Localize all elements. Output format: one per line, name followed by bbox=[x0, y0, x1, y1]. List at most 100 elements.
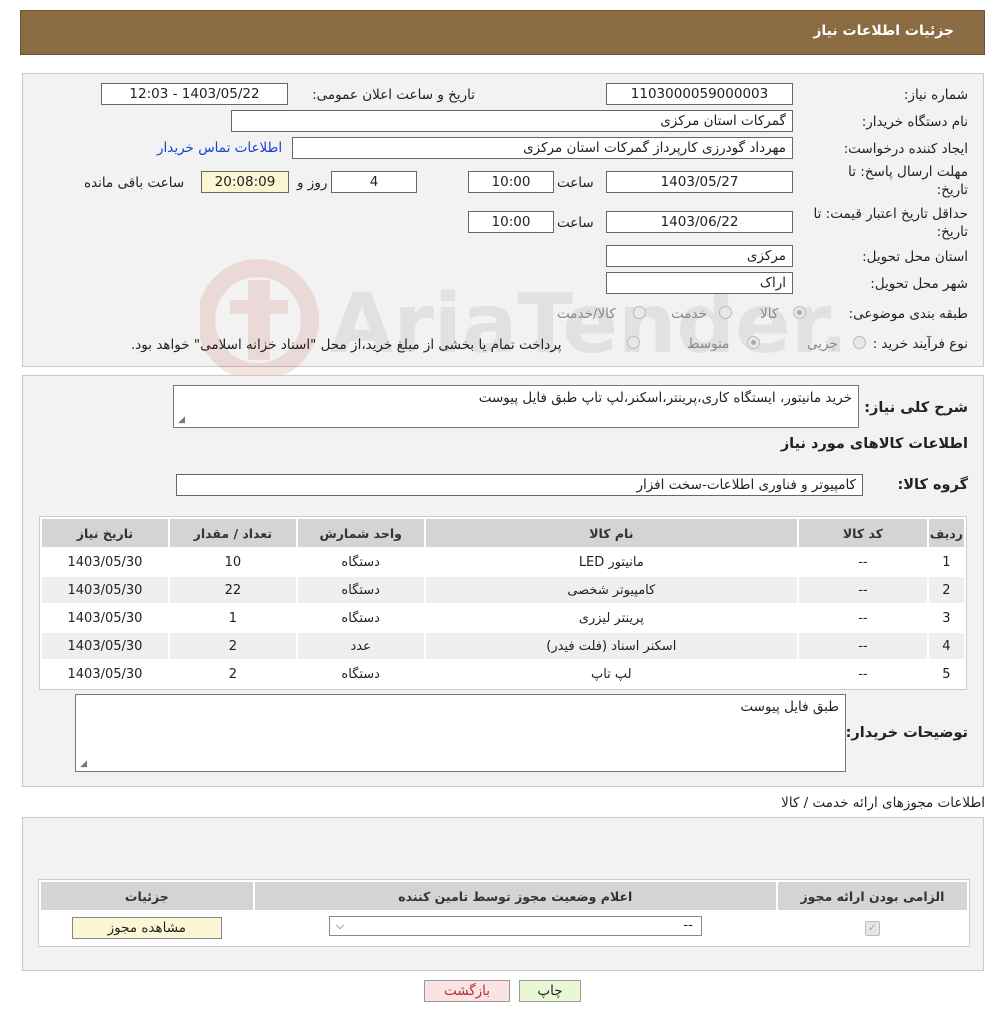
cell-name: لپ تاپ bbox=[425, 661, 797, 687]
cell-row: 2 bbox=[928, 577, 964, 603]
permit-required-cell: ✓ bbox=[777, 912, 967, 944]
need-number-label: شماره نیاز: bbox=[903, 87, 968, 103]
col-qty: تعداد / مقدار bbox=[169, 519, 296, 547]
view-permit-button[interactable]: مشاهده مجوز bbox=[71, 917, 222, 939]
need-number-field: 1103000059000003 bbox=[606, 83, 793, 105]
col-row: ردیف bbox=[928, 519, 964, 547]
buyer-notes-textarea[interactable]: طبق فایل پیوست ◢ bbox=[75, 694, 846, 772]
buyer-contact-link[interactable]: اطلاعات تماس خریدار bbox=[157, 140, 282, 156]
cell-row: 3 bbox=[928, 605, 964, 631]
resize-grip-icon[interactable]: ◢ bbox=[176, 416, 185, 425]
goods-table: ردیف کد کالا نام کالا واحد شمارش تعداد /… bbox=[39, 516, 967, 690]
remaining-time-field: 20:08:09 bbox=[201, 171, 289, 193]
goods-group-label: گروه کالا: bbox=[897, 477, 968, 493]
cell-code: -- bbox=[799, 633, 927, 659]
permit-status-select[interactable]: -- ⌵ bbox=[328, 916, 702, 936]
permit-required-checkbox[interactable]: ✓ bbox=[864, 921, 880, 936]
validity-label: حداقل تاریخ اعتبار قیمت: تا bbox=[813, 206, 968, 222]
category-option-goods-service: کالا/خدمت bbox=[557, 306, 616, 322]
resize-grip-icon[interactable]: ◢ bbox=[78, 760, 87, 769]
treasury-checkbox[interactable] bbox=[627, 336, 640, 349]
buyer-org-field: گمرکات استان مرکزی bbox=[231, 110, 793, 132]
creator-field: مهرداد گودرزی کارپرداز گمرکات استان مرکز… bbox=[292, 137, 793, 159]
cell-code: -- bbox=[799, 549, 927, 575]
cell-unit: دستگاه bbox=[297, 549, 424, 575]
cell-unit: دستگاه bbox=[297, 661, 424, 687]
summary-text: خرید مانیتور، ایستگاه کاری،پرینتر،اسکنر،… bbox=[478, 390, 852, 406]
deadline-time-label: ساعت bbox=[557, 175, 594, 191]
cell-row: 1 bbox=[928, 549, 964, 575]
category-label: طبقه بندی موضوعی: bbox=[848, 306, 968, 322]
table-row: 5 -- لپ تاپ دستگاه 2 1403/05/30 bbox=[42, 661, 964, 687]
validity-label-date: تاریخ: bbox=[936, 224, 968, 240]
announce-label: تاریخ و ساعت اعلان عمومی: bbox=[312, 87, 475, 103]
back-button[interactable]: بازگشت bbox=[424, 980, 510, 1002]
cell-qty: 10 bbox=[169, 549, 296, 575]
process-radio-minor[interactable] bbox=[853, 336, 866, 349]
category-radio-goods[interactable] bbox=[793, 306, 806, 319]
summary-label: شرح کلی نیاز: bbox=[864, 400, 968, 416]
col-unit: واحد شمارش bbox=[297, 519, 424, 547]
category-radio-goods-service[interactable] bbox=[633, 306, 646, 319]
goods-table-header: ردیف کد کالا نام کالا واحد شمارش تعداد /… bbox=[42, 519, 964, 547]
cell-code: -- bbox=[799, 605, 927, 631]
cell-name: اسکنر اسناد (فلت فیدر) bbox=[425, 633, 797, 659]
page-title: جزئیات اطلاعات نیاز bbox=[813, 23, 954, 39]
col-name: نام کالا bbox=[425, 519, 797, 547]
table-row: 1 -- مانیتور LED دستگاه 10 1403/05/30 bbox=[42, 549, 964, 575]
deadline-label: مهلت ارسال پاسخ: تا bbox=[848, 164, 968, 180]
validity-time-field: 10:00 bbox=[468, 211, 554, 233]
cell-qty: 2 bbox=[169, 633, 296, 659]
summary-textarea[interactable]: خرید مانیتور، ایستگاه کاری،پرینتر،اسکنر،… bbox=[173, 385, 859, 428]
cell-qty: 2 bbox=[169, 661, 296, 687]
goods-info-title: اطلاعات کالاهای مورد نیاز bbox=[780, 436, 968, 452]
days-remaining-field: 4 bbox=[331, 171, 417, 193]
deadline-date-field: 1403/05/27 bbox=[606, 171, 793, 193]
cell-date: 1403/05/30 bbox=[42, 577, 168, 603]
cell-row: 4 bbox=[928, 633, 964, 659]
creator-label: ایجاد کننده درخواست: bbox=[843, 141, 968, 157]
col-date: تاریخ نیاز bbox=[42, 519, 168, 547]
announce-field: 1403/05/22 - 12:03 bbox=[101, 83, 288, 105]
cell-date: 1403/05/30 bbox=[42, 661, 168, 687]
process-note: پرداخت تمام یا بخشی از مبلغ خرید،از محل … bbox=[131, 337, 562, 353]
cell-date: 1403/05/30 bbox=[42, 605, 168, 631]
print-button[interactable]: چاپ bbox=[519, 980, 581, 1002]
buyer-notes-label: توضیحات خریدار: bbox=[845, 725, 968, 741]
validity-time-label: ساعت bbox=[557, 215, 594, 231]
table-row: 2 -- کامپیوتر شخصی دستگاه 22 1403/05/30 bbox=[42, 577, 964, 603]
table-row: 4 -- اسکنر اسناد (فلت فیدر) عدد 2 1403/0… bbox=[42, 633, 964, 659]
cell-code: -- bbox=[799, 661, 927, 687]
permits-table-header: الزامی بودن ارائه مجوز اعلام وضعیت مجوز … bbox=[41, 882, 967, 910]
cell-name: پرینتر لیزری bbox=[425, 605, 797, 631]
process-option-minor: جزیی bbox=[807, 336, 838, 352]
process-radio-medium[interactable] bbox=[747, 336, 760, 349]
cell-qty: 22 bbox=[169, 577, 296, 603]
goods-group-field: کامپیوتر و فناوری اطلاعات-سخت افزار bbox=[176, 474, 863, 496]
cell-unit: عدد bbox=[297, 633, 424, 659]
cell-qty: 1 bbox=[169, 605, 296, 631]
remaining-label: ساعت باقی مانده bbox=[84, 175, 185, 191]
table-row: 3 -- پرینتر لیزری دستگاه 1 1403/05/30 bbox=[42, 605, 964, 631]
col-permit-required: الزامی بودن ارائه مجوز bbox=[777, 882, 967, 910]
permits-table-wrap: الزامی بودن ارائه مجوز اعلام وضعیت مجوز … bbox=[38, 879, 970, 947]
cell-name: مانیتور LED bbox=[425, 549, 797, 575]
category-radio-service[interactable] bbox=[719, 306, 732, 319]
cell-date: 1403/05/30 bbox=[42, 633, 168, 659]
permits-title: اطلاعات مجوزهای ارائه خدمت / کالا bbox=[781, 795, 985, 811]
process-option-medium: متوسط bbox=[687, 336, 730, 352]
cell-row: 5 bbox=[928, 661, 964, 687]
col-code: کد کالا bbox=[799, 519, 927, 547]
chevron-down-icon: ⌵ bbox=[335, 919, 345, 932]
cell-unit: دستگاه bbox=[297, 605, 424, 631]
cell-name: کامپیوتر شخصی bbox=[425, 577, 797, 603]
page-header: جزئیات اطلاعات نیاز bbox=[20, 10, 985, 55]
col-permit-status: اعلام وضعیت مجوز توسط تامین کننده bbox=[254, 882, 776, 910]
city-label: شهر محل تحویل: bbox=[870, 276, 968, 292]
cell-date: 1403/05/30 bbox=[42, 549, 168, 575]
category-option-service: خدمت bbox=[671, 306, 707, 322]
province-label: استان محل تحویل: bbox=[862, 249, 968, 265]
cell-code: -- bbox=[799, 577, 927, 603]
permits-table: الزامی بودن ارائه مجوز اعلام وضعیت مجوز … bbox=[38, 879, 970, 947]
buyer-notes-text: طبق فایل پیوست bbox=[740, 699, 839, 715]
